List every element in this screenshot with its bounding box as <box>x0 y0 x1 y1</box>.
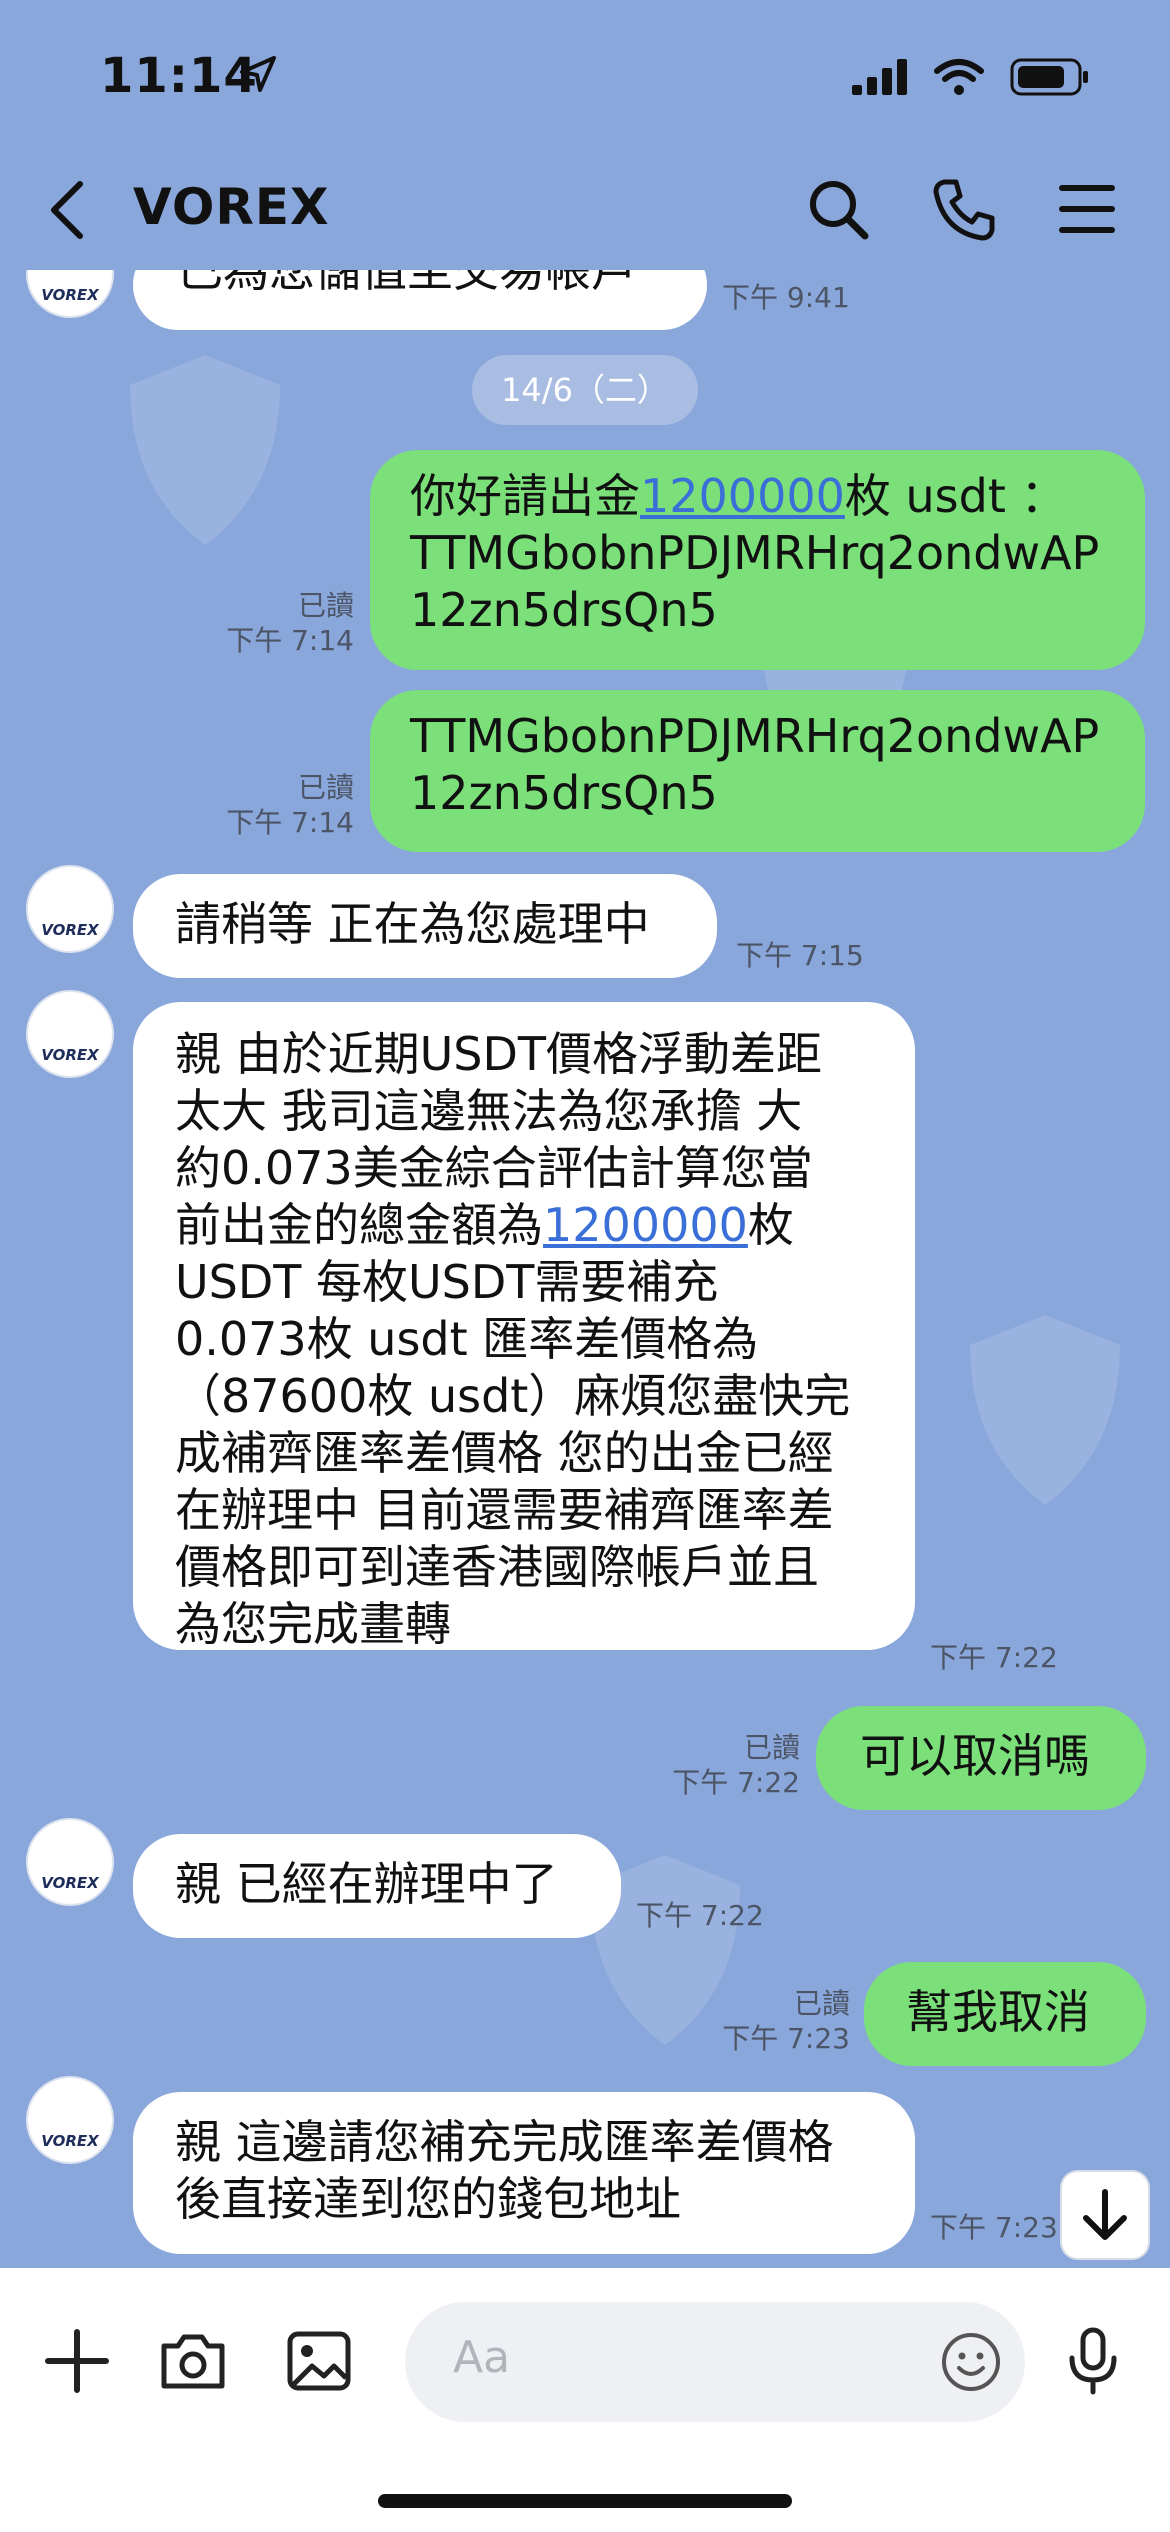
wifi-icon <box>934 59 984 95</box>
message-meta: 已讀 下午 7:22 <box>630 1730 800 1800</box>
arrow-down-icon <box>1083 2189 1127 2240</box>
home-indicator <box>378 2494 792 2508</box>
phone-icon[interactable] <box>930 174 1000 244</box>
plus-icon[interactable] <box>42 2326 112 2396</box>
shield-watermark-icon <box>970 1315 1120 1505</box>
message-time: 下午 7:22 <box>930 1641 1058 1674</box>
scroll-to-bottom-button[interactable] <box>1060 2170 1150 2260</box>
message-time: 下午 7:23 <box>722 2022 850 2055</box>
message-bubble[interactable]: 可以取消嗎 <box>816 1706 1146 1810</box>
location-arrow-icon <box>240 56 276 92</box>
message-time: 下午 7:22 <box>636 1899 764 1932</box>
signal-icon <box>852 59 907 95</box>
message-time: 下午 7:23 <box>930 2211 1058 2244</box>
message-meta: 已讀 下午 7:14 <box>190 770 354 840</box>
status-bar: 11:14 <box>0 0 1170 150</box>
message-meta: 已讀 下午 7:23 <box>680 1986 850 2056</box>
message-bubble[interactable]: 親 已經在辦理中了 <box>133 1834 621 1938</box>
message-bubble[interactable]: 你好請出金1200000枚 usdt ： TTMGbobnPDJMRHrq2on… <box>370 450 1145 670</box>
message-bubble[interactable]: 親 由於近期USDT價格浮動差距 太大 我司這邊無法為您承擔 大 約0.073美… <box>133 1002 915 1651</box>
avatar-label: VOREX <box>41 2132 99 2150</box>
message-text: 你好請出金 <box>410 469 640 523</box>
avatar-label: VOREX <box>41 286 99 304</box>
message-bubble[interactable]: 親 這邊請您補充完成匯率差價格 後直接達到您的錢包地址 <box>133 2092 915 2254</box>
chat-title: VOREX <box>133 178 330 236</box>
message-time: 下午 9:41 <box>722 281 850 314</box>
avatar[interactable]: VOREX <box>26 270 114 318</box>
message-composer: Aa <box>0 2268 1170 2532</box>
avatar-label: VOREX <box>41 1046 99 1064</box>
chat-area[interactable]: VOREX 已為您儲值至交易帳戶 下午 9:41 14/6（二） 已讀 下午 7… <box>0 270 1170 2268</box>
avatar[interactable]: VOREX <box>26 1818 114 1906</box>
avatar-label: VOREX <box>41 921 99 939</box>
message-bubble[interactable]: TTMGbobnPDJMRHrq2ondwAP 12zn5drsQn5 <box>370 690 1145 852</box>
message-bubble[interactable]: 幫我取消 <box>864 1962 1146 2066</box>
battery-icon <box>1010 58 1088 96</box>
read-receipt: 已讀 <box>743 1731 800 1764</box>
status-time: 11:14 <box>100 48 258 104</box>
read-receipt: 已讀 <box>793 1987 850 2020</box>
message-bubble[interactable]: 已為您儲值至交易帳戶 <box>133 270 707 330</box>
message-time: 下午 7:14 <box>226 624 354 657</box>
read-receipt: 已讀 <box>297 589 354 622</box>
amount-link[interactable]: 1200000 <box>543 1198 748 1252</box>
message-input[interactable]: Aa <box>405 2302 1025 2422</box>
message-bubble[interactable]: 請稍等 正在為您處理中 <box>133 874 717 978</box>
message-input-placeholder: Aa <box>453 2332 511 2383</box>
image-icon[interactable] <box>284 2326 354 2396</box>
search-icon[interactable] <box>803 174 873 244</box>
camera-icon[interactable] <box>158 2326 228 2396</box>
avatar[interactable]: VOREX <box>26 990 114 1078</box>
message-text: 枚 USDT 每枚USDT需要補充 0.073枚 usdt 匯率差價格為 （87… <box>175 1198 851 1651</box>
avatar[interactable]: VOREX <box>26 865 114 953</box>
amount-link[interactable]: 1200000 <box>640 469 845 523</box>
read-receipt: 已讀 <box>297 771 354 804</box>
menu-icon[interactable] <box>1052 174 1122 244</box>
message-time: 下午 7:14 <box>226 806 354 839</box>
emoji-icon[interactable] <box>939 2330 1003 2394</box>
message-time: 下午 7:22 <box>672 1766 800 1799</box>
microphone-icon[interactable] <box>1058 2326 1128 2396</box>
back-icon[interactable] <box>40 178 100 242</box>
message-time: 下午 7:15 <box>736 939 864 972</box>
avatar-label: VOREX <box>41 1874 99 1892</box>
date-divider: 14/6（二） <box>472 355 698 425</box>
message-meta: 已讀 下午 7:14 <box>190 588 354 658</box>
avatar[interactable]: VOREX <box>26 2076 114 2164</box>
shield-watermark-icon <box>130 355 280 545</box>
chat-header: VOREX <box>0 150 1170 270</box>
